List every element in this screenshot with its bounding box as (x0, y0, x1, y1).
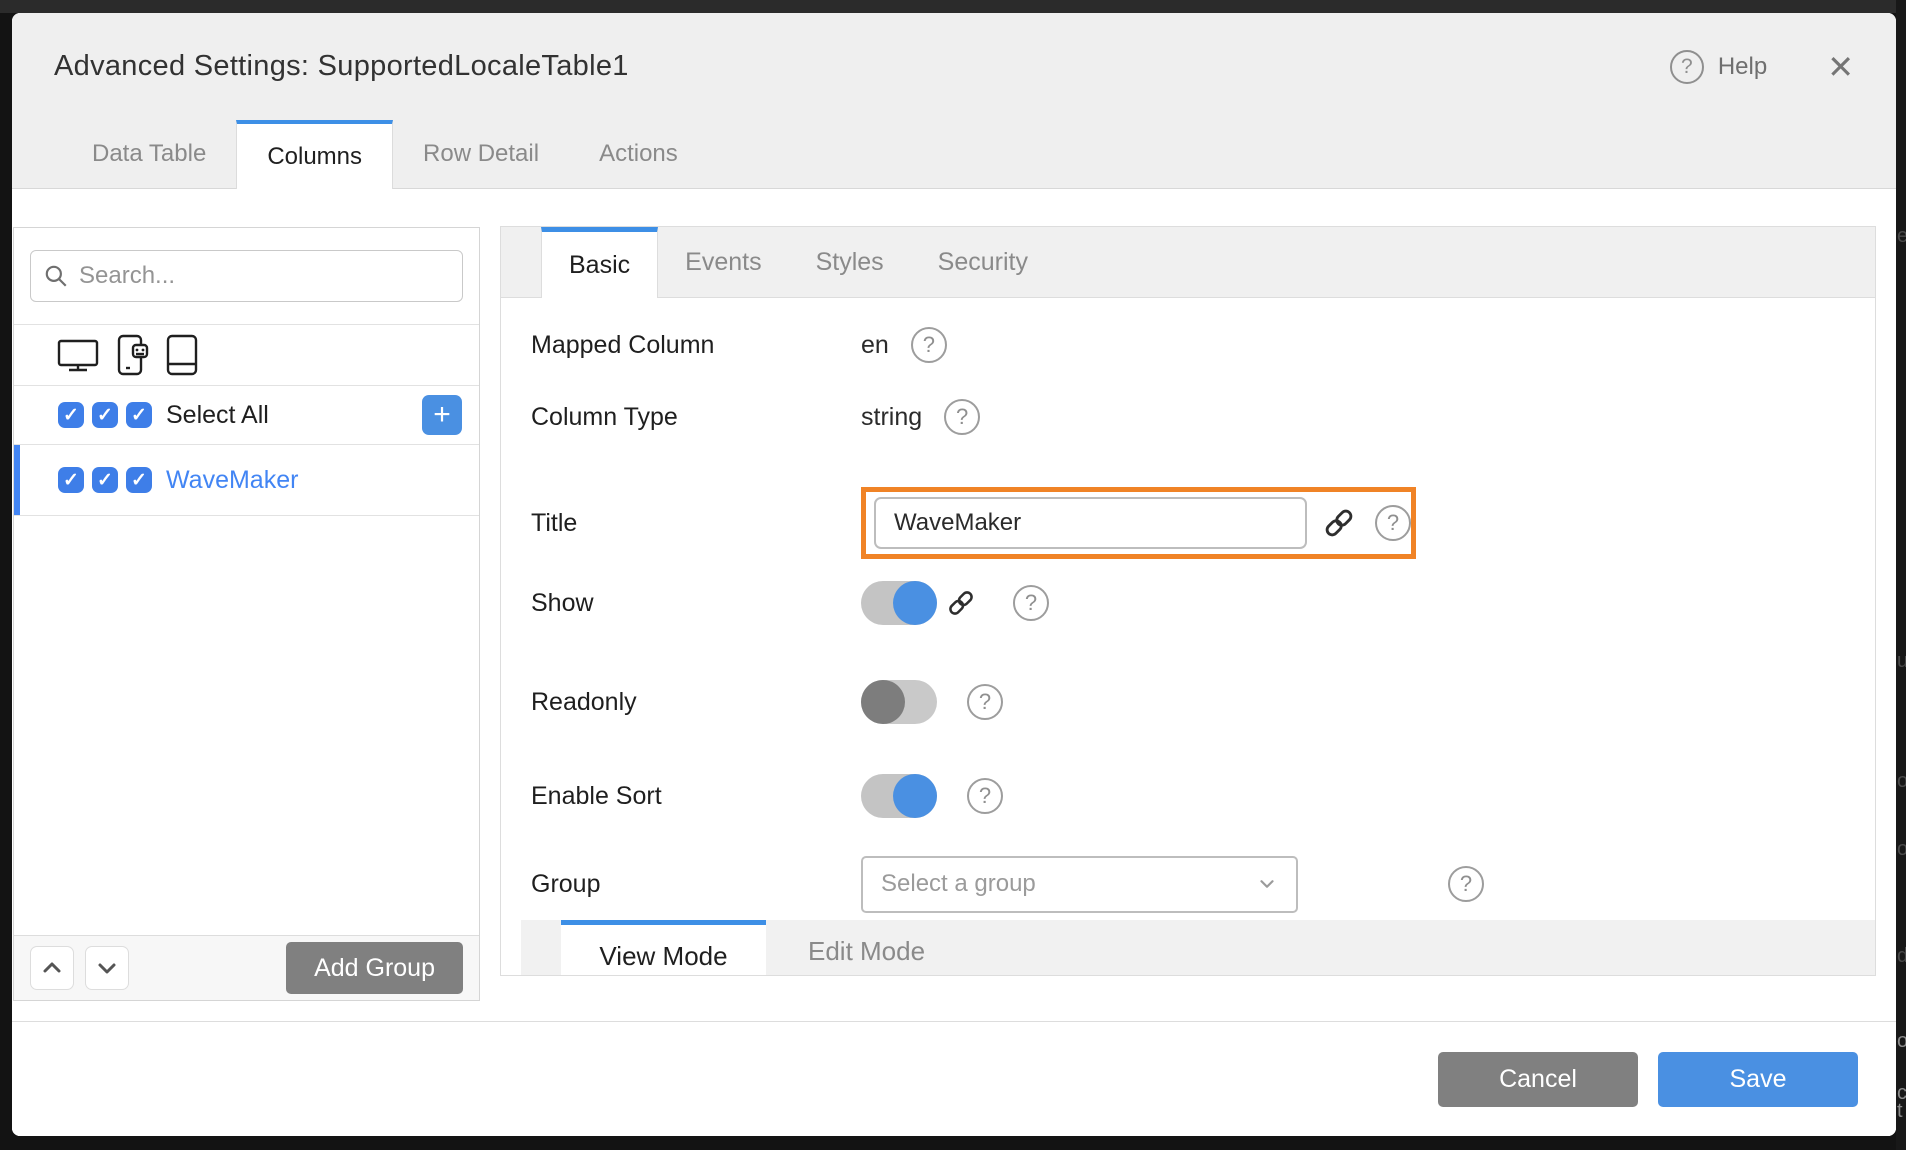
tab-security[interactable]: Security (911, 227, 1055, 297)
device-icons-row (14, 325, 479, 386)
title-label: Title (531, 509, 861, 538)
tab-styles[interactable]: Styles (789, 227, 911, 297)
column-type-row: Column Type string ? (531, 394, 1865, 440)
select-all-row: Select All + (14, 386, 479, 445)
tab-edit-mode[interactable]: Edit Mode (766, 920, 967, 975)
select-all-tablet-checkbox[interactable] (126, 402, 152, 428)
mapped-column-help-icon[interactable]: ? (911, 327, 947, 363)
column-settings-panel: Basic Events Styles Security Mapped Colu… (500, 226, 1876, 976)
chevron-down-icon (1256, 873, 1278, 895)
chevron-up-icon (40, 956, 64, 980)
advanced-settings-dialog: Advanced Settings: SupportedLocaleTable1… (12, 13, 1896, 1136)
title-help-icon[interactable]: ? (1375, 505, 1411, 541)
sidebar-footer: Add Group (14, 935, 479, 1000)
selected-indicator (14, 445, 20, 515)
toggle-knob (893, 774, 937, 818)
column-label[interactable]: WaveMaker (166, 466, 298, 495)
chevron-down-icon (95, 956, 119, 980)
move-up-button[interactable] (30, 946, 74, 990)
enable-sort-label: Enable Sort (531, 782, 861, 811)
tab-basic[interactable]: Basic (541, 227, 658, 298)
column-mobile-checkbox[interactable] (92, 467, 118, 493)
search-input[interactable] (30, 250, 463, 302)
group-help-icon[interactable]: ? (1448, 866, 1484, 902)
add-group-button[interactable]: Add Group (286, 942, 463, 994)
group-select[interactable]: Select a group (861, 856, 1298, 913)
mobile-icon[interactable] (115, 333, 149, 377)
show-row: Show ? (531, 580, 1865, 626)
enable-sort-toggle[interactable] (861, 774, 937, 818)
help-icon[interactable]: ? (1670, 50, 1704, 84)
select-all-desktop-checkbox[interactable] (58, 402, 84, 428)
readonly-toggle[interactable] (861, 680, 937, 724)
title-highlight-box: ? (861, 487, 1416, 559)
basic-tab-content: Mapped Column en ? Column Type string ? … (501, 298, 1875, 975)
column-tablet-checkbox[interactable] (126, 467, 152, 493)
enable-sort-help-icon[interactable]: ? (967, 778, 1003, 814)
tab-data-table[interactable]: Data Table (62, 120, 236, 188)
show-label: Show (531, 589, 861, 618)
select-all-label: Select All (166, 401, 269, 430)
tab-view-mode[interactable]: View Mode (561, 920, 766, 975)
sidebar-spacer (14, 516, 479, 935)
column-row-wavemaker[interactable]: WaveMaker (14, 445, 479, 516)
bind-link-icon[interactable] (1321, 505, 1357, 541)
settings-tabbar: Basic Events Styles Security (501, 227, 1875, 298)
group-select-placeholder: Select a group (881, 870, 1256, 898)
column-type-label: Column Type (531, 403, 861, 432)
dialog-title: Advanced Settings: SupportedLocaleTable1 (54, 50, 629, 83)
group-label: Group (531, 870, 861, 899)
tablet-icon[interactable] (164, 333, 200, 377)
help-link[interactable]: Help (1718, 53, 1767, 81)
add-column-button[interactable]: + (422, 395, 462, 435)
show-bind-link-icon[interactable] (945, 587, 977, 619)
mode-tabbar: View Mode Edit Mode (521, 920, 1875, 975)
column-type-help-icon[interactable]: ? (944, 399, 980, 435)
desktop-icon[interactable] (56, 337, 100, 373)
main-tabbar: Data Table Columns Row Detail Actions (12, 120, 1896, 189)
backdrop-top-band (0, 0, 1906, 13)
readonly-row: Readonly ? (531, 679, 1865, 725)
dialog-header: Advanced Settings: SupportedLocaleTable1… (12, 13, 1896, 120)
close-icon[interactable]: ✕ (1827, 51, 1854, 83)
tab-events[interactable]: Events (658, 227, 788, 297)
save-button[interactable]: Save (1658, 1052, 1858, 1107)
enable-sort-row: Enable Sort ? (531, 773, 1865, 819)
mapped-column-row: Mapped Column en ? (531, 322, 1865, 368)
column-type-value: string (861, 403, 922, 432)
toggle-knob (893, 581, 937, 625)
show-toggle[interactable] (861, 581, 937, 625)
mapped-column-label: Mapped Column (531, 331, 861, 360)
group-row: Group Select a group ? (531, 854, 1865, 914)
dialog-footer: Cancel Save (12, 1021, 1896, 1136)
tab-columns[interactable]: Columns (236, 120, 393, 189)
column-desktop-checkbox[interactable] (58, 467, 84, 493)
tab-actions[interactable]: Actions (569, 120, 708, 188)
title-input[interactable] (874, 497, 1307, 549)
columns-sidebar: Select All + WaveMaker Add Group (13, 227, 480, 1001)
tab-row-detail[interactable]: Row Detail (393, 120, 569, 188)
backdrop-edge-strip: euoodcot (1896, 0, 1906, 1150)
search-row (14, 228, 479, 325)
cancel-button[interactable]: Cancel (1438, 1052, 1638, 1107)
mapped-column-value: en (861, 331, 889, 360)
readonly-label: Readonly (531, 688, 861, 717)
dialog-body: Select All + WaveMaker Add Group (12, 189, 1896, 1136)
show-help-icon[interactable]: ? (1013, 585, 1049, 621)
title-row: Title ? (531, 487, 1865, 559)
toggle-knob (861, 680, 905, 724)
move-down-button[interactable] (85, 946, 129, 990)
select-all-mobile-checkbox[interactable] (92, 402, 118, 428)
readonly-help-icon[interactable]: ? (967, 684, 1003, 720)
